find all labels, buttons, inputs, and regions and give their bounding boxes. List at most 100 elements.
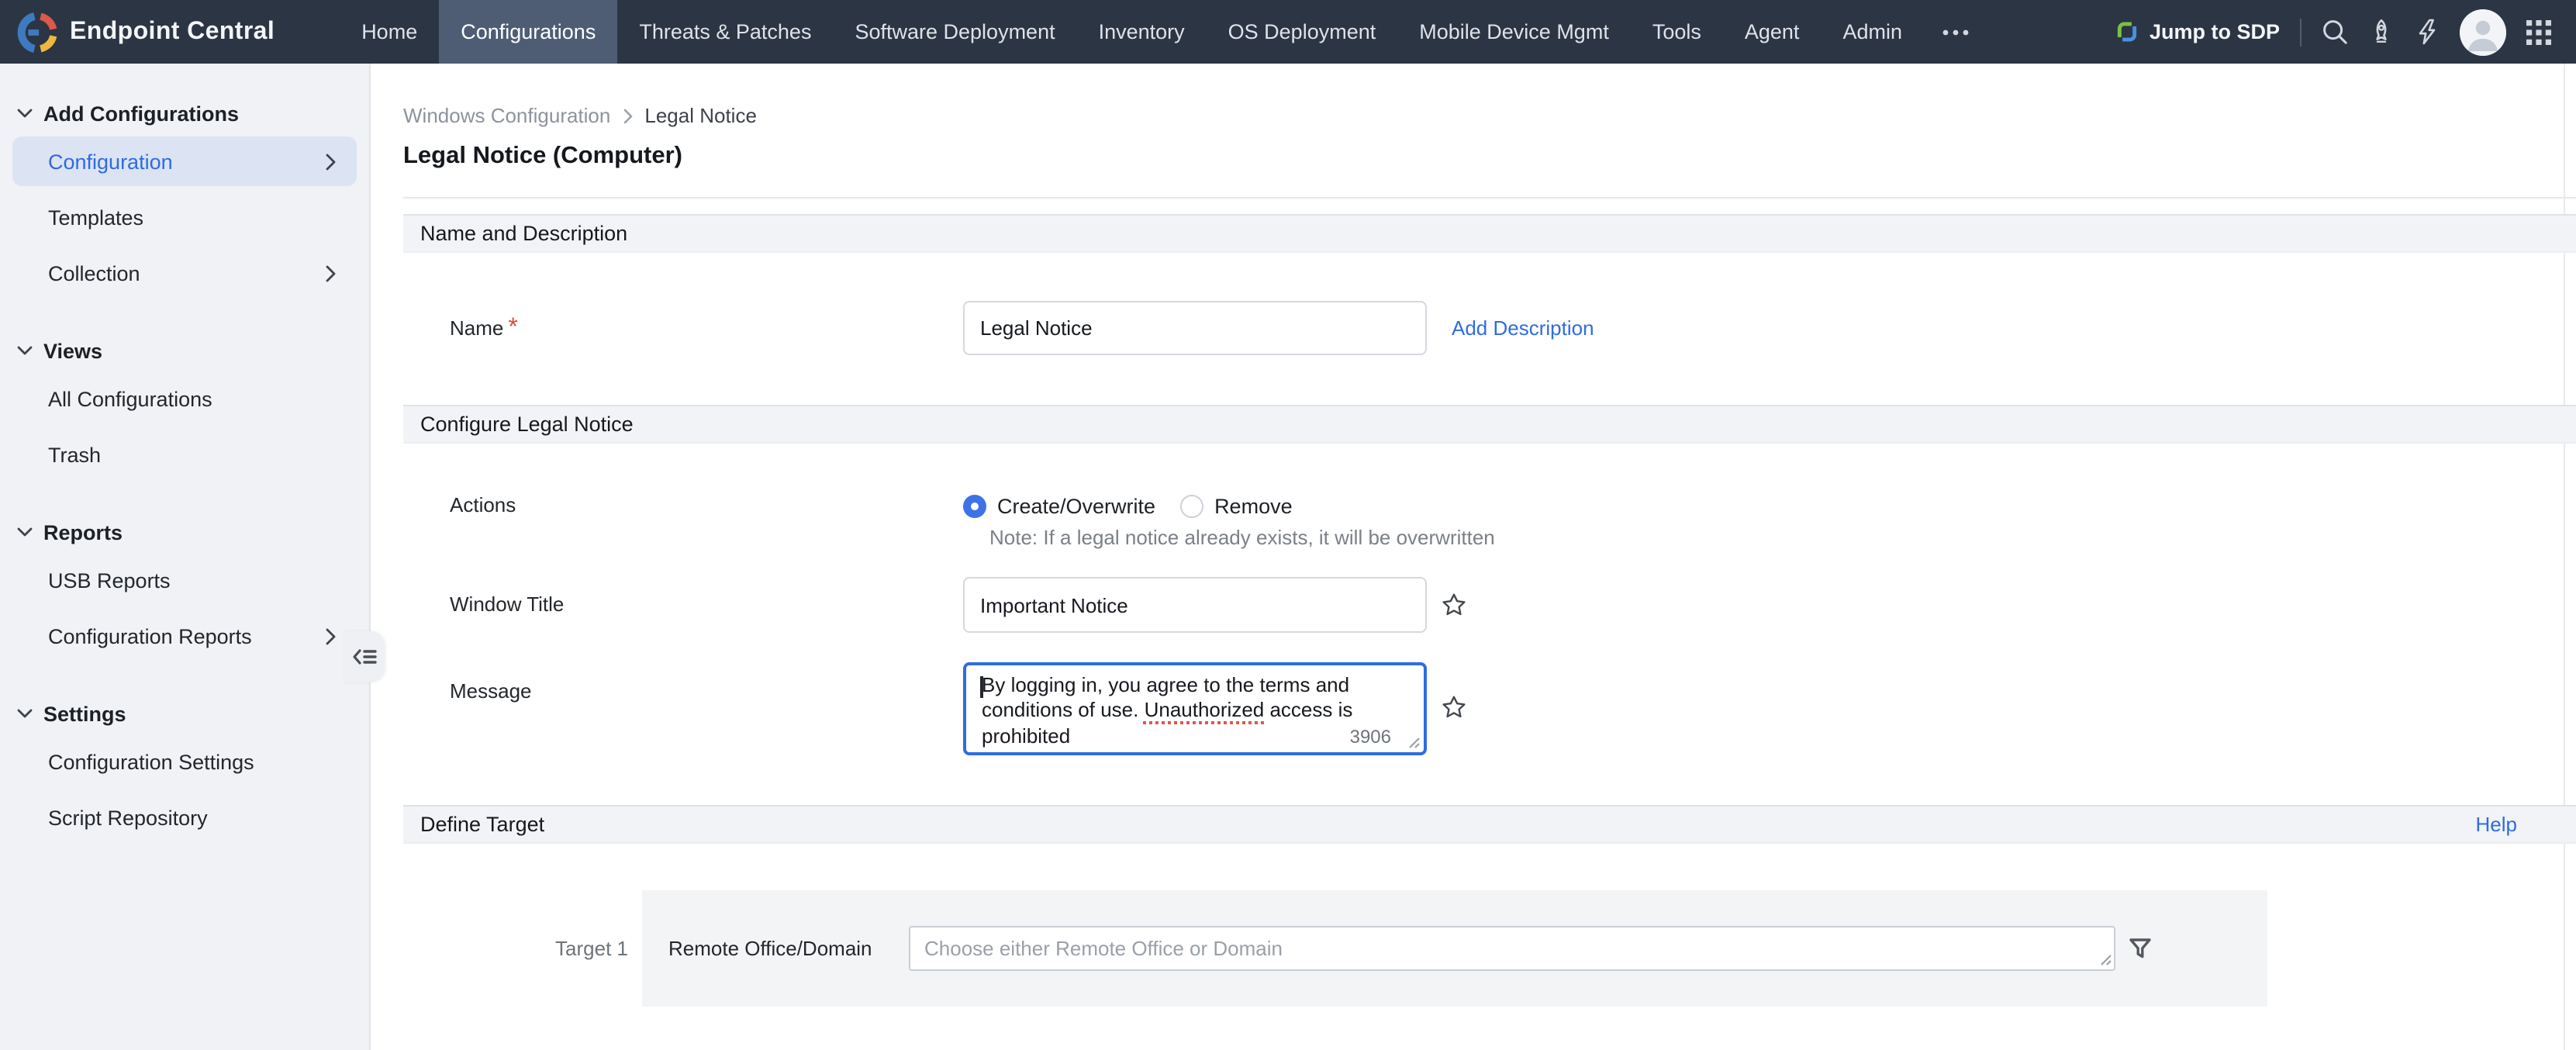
top-navigation-bar: Endpoint Central Home Configurations Thr…	[0, 0, 2576, 64]
name-row: Name* Add Description	[403, 301, 2576, 355]
sidebar-group-label: Settings	[43, 702, 126, 725]
radio-create-overwrite[interactable]	[963, 494, 986, 517]
collapse-sidebar-icon	[351, 647, 376, 667]
overwrite-note: Note: If a legal notice already exists, …	[989, 526, 2576, 551]
sidebar-item-label: Script Repository	[48, 806, 208, 829]
filter-funnel-icon[interactable]	[2128, 936, 2153, 961]
window-title-input[interactable]	[963, 577, 1427, 633]
brand[interactable]: Endpoint Central	[17, 0, 275, 64]
sidebar: Add Configurations Configuration Templat…	[0, 64, 371, 1050]
radio-create-overwrite-label[interactable]: Create/Overwrite	[997, 494, 1155, 517]
topbar-divider	[2300, 18, 2301, 46]
window-title-label: Window Title	[450, 592, 564, 616]
target-row: Target 1 Remote Office/Domain	[403, 890, 2576, 1007]
sidebar-item-configuration-reports[interactable]: Configuration Reports	[12, 611, 357, 661]
name-input[interactable]	[963, 301, 1427, 355]
chevron-right-icon	[326, 628, 337, 645]
actions-label: Actions	[450, 493, 516, 516]
sidebar-group-label: Reports	[43, 520, 123, 544]
jump-to-sdp-icon	[2115, 20, 2139, 43]
actions-row: Actions Create/Overwrite Remove	[403, 492, 2576, 520]
sidebar-item-configuration[interactable]: Configuration	[12, 136, 357, 186]
content-right-edge	[2564, 64, 2565, 1050]
char-count: 3906	[1350, 726, 1391, 749]
actions-radio-group: Create/Overwrite Remove	[963, 494, 1293, 517]
sidebar-item-label: USB Reports	[48, 568, 171, 592]
sidebar-item-trash[interactable]: Trash	[12, 430, 357, 479]
sidebar-group-header-reports[interactable]: Reports	[0, 518, 369, 546]
nav-threats-patches[interactable]: Threats & Patches	[617, 0, 833, 64]
nav-admin[interactable]: Admin	[1821, 0, 1924, 64]
sidebar-item-label: Configuration	[48, 150, 173, 173]
remote-office-domain-label: Remote Office/Domain	[668, 937, 909, 960]
section-configure-legal-notice: Configure Legal Notice	[403, 405, 2576, 444]
chevron-down-icon	[17, 109, 33, 118]
search-icon[interactable]	[2322, 19, 2348, 45]
avatar[interactable]	[2460, 9, 2506, 55]
nav-inventory[interactable]: Inventory	[1077, 0, 1207, 64]
page-title: Legal Notice (Computer)	[403, 143, 2576, 174]
help-link[interactable]: Help	[2476, 813, 2518, 836]
add-description-link[interactable]: Add Description	[1452, 316, 1594, 340]
sidebar-group-header-add-configurations[interactable]: Add Configurations	[0, 99, 369, 127]
chevron-right-icon	[326, 154, 337, 171]
window-title-favorite-star-icon[interactable]	[1441, 592, 1467, 617]
nav-mobile-device-mgmt[interactable]: Mobile Device Mgmt	[1397, 0, 1631, 64]
rocket-icon[interactable]	[2368, 19, 2395, 45]
chevron-down-icon	[17, 709, 33, 718]
nav-more-icon[interactable]	[1924, 0, 1989, 64]
required-asterisk: *	[508, 314, 517, 340]
resize-handle-icon[interactable]	[2098, 952, 2112, 966]
resize-handle-icon[interactable]	[1407, 735, 1421, 749]
breadcrumb: Windows Configuration Legal Notice	[403, 102, 2576, 129]
radio-remove[interactable]	[1180, 494, 1203, 517]
window-title-row: Window Title	[403, 577, 2576, 633]
main-nav: Home Configurations Threats & Patches So…	[340, 0, 1989, 64]
breadcrumb-legal-notice: Legal Notice	[644, 104, 757, 127]
name-label: Name	[450, 316, 503, 339]
sidebar-group-label: Views	[43, 339, 102, 362]
sidebar-group-add-configurations: Add Configurations Configuration Templat…	[0, 99, 369, 298]
sidebar-item-label: Configuration Settings	[48, 750, 254, 773]
section-name-description: Name and Description	[403, 214, 2576, 253]
sidebar-item-configuration-settings[interactable]: Configuration Settings	[12, 737, 357, 786]
sidebar-group-settings: Settings Configuration Settings Script R…	[0, 699, 369, 842]
nav-software-deployment[interactable]: Software Deployment	[833, 0, 1076, 64]
message-favorite-star-icon[interactable]	[1441, 695, 1467, 720]
text-caret	[980, 676, 982, 698]
target-1-label: Target 1	[403, 937, 642, 960]
nav-os-deployment[interactable]: OS Deployment	[1207, 0, 1398, 64]
section-title: Name and Description	[420, 222, 627, 245]
chevron-down-icon	[17, 346, 33, 355]
lightning-icon[interactable]	[2415, 19, 2440, 45]
message-textarea[interactable]: By logging in, you agree to the terms an…	[963, 662, 1427, 755]
message-label: Message	[450, 679, 532, 703]
breadcrumb-chevron-icon	[623, 109, 632, 124]
apps-grid-icon[interactable]	[2526, 19, 2551, 44]
sidebar-group-header-views[interactable]: Views	[0, 337, 369, 364]
jump-to-sdp-label: Jump to SDP	[2150, 20, 2280, 43]
section-title: Define Target	[420, 813, 544, 836]
sidebar-group-label: Add Configurations	[43, 102, 239, 125]
nav-configurations[interactable]: Configurations	[439, 0, 617, 64]
sidebar-item-script-repository[interactable]: Script Repository	[12, 793, 357, 842]
nav-tools[interactable]: Tools	[1631, 0, 1723, 64]
nav-home[interactable]: Home	[340, 0, 439, 64]
breadcrumb-windows-configuration[interactable]: Windows Configuration	[403, 104, 610, 127]
jump-to-sdp-button[interactable]: Jump to SDP	[2115, 20, 2280, 43]
sidebar-item-usb-reports[interactable]: USB Reports	[12, 555, 357, 605]
target-panel: Remote Office/Domain	[642, 890, 2267, 1007]
sidebar-collapse-toggle[interactable]	[343, 631, 385, 682]
sidebar-group-views: Views All Configurations Trash	[0, 337, 369, 479]
remote-office-input[interactable]	[909, 926, 2115, 971]
radio-remove-label[interactable]: Remove	[1214, 494, 1293, 517]
sidebar-item-collection[interactable]: Collection	[12, 248, 357, 298]
sidebar-item-all-configurations[interactable]: All Configurations	[12, 374, 357, 423]
sidebar-item-templates[interactable]: Templates	[12, 192, 357, 242]
topbar-right: Jump to SDP	[2115, 0, 2551, 64]
nav-agent[interactable]: Agent	[1723, 0, 1822, 64]
message-misspelled-word: Unauthorized	[1145, 699, 1265, 722]
sidebar-item-label: Configuration Reports	[48, 624, 252, 648]
main-content: Windows Configuration Legal Notice Legal…	[371, 64, 2576, 1050]
sidebar-group-header-settings[interactable]: Settings	[0, 699, 369, 727]
